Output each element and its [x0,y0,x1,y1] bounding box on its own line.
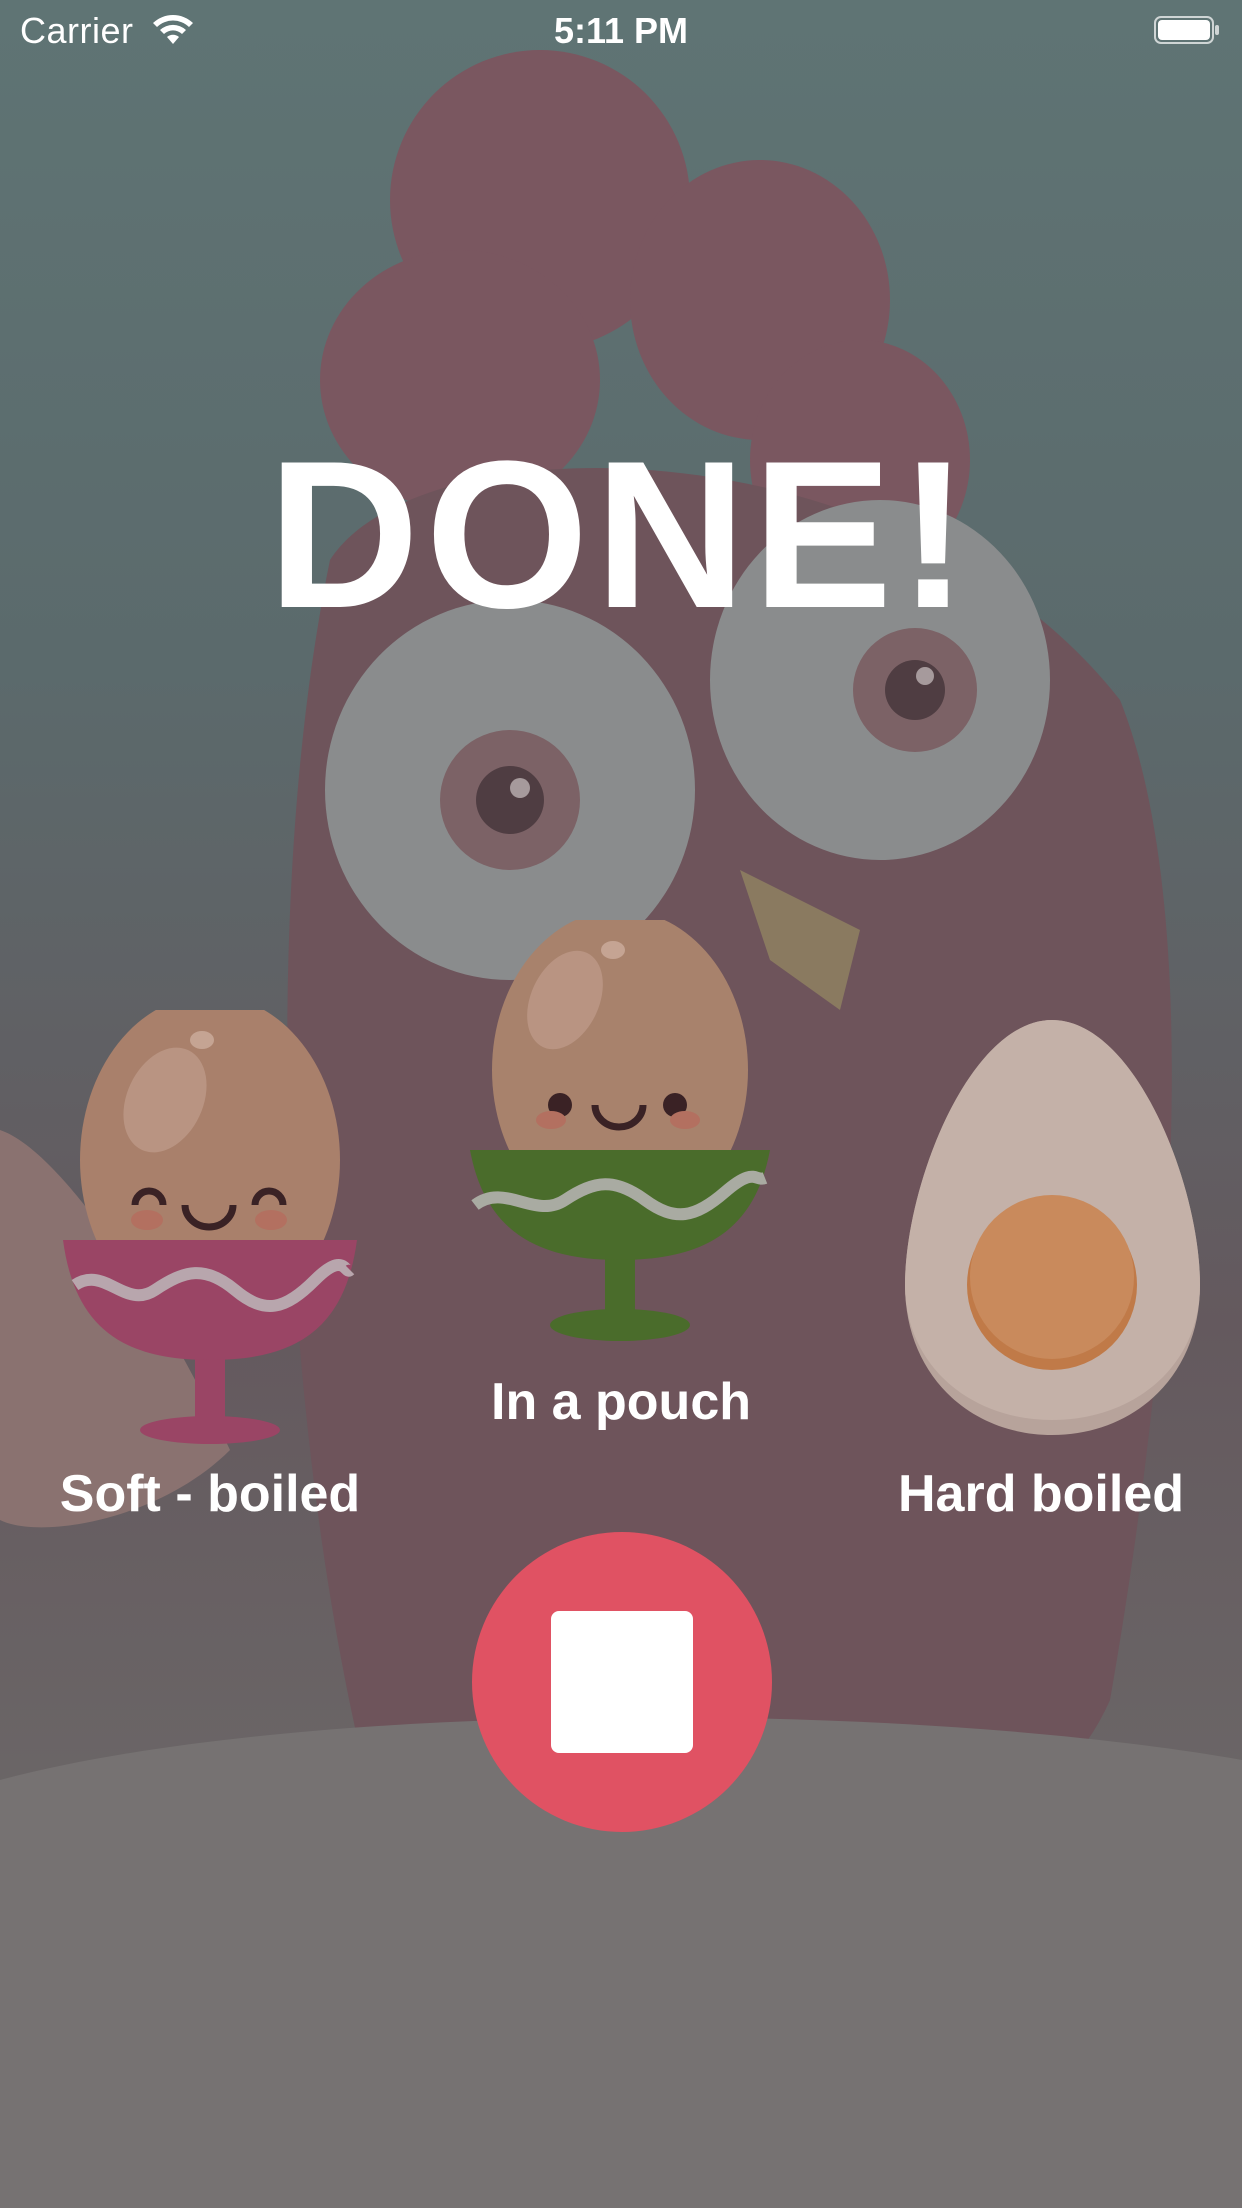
soft-boiled-label: Soft - boiled [59,1465,361,1523]
soft-boiled-egg-button[interactable] [55,1010,365,1450]
pouch-label: In a pouch [491,1373,751,1431]
done-title: DONE! [267,417,975,652]
status-bar: Carrier 5:11 PM [0,0,1242,64]
hard-boiled-egg-icon [905,1020,1200,1435]
hard-boiled-label: Hard boiled [897,1465,1185,1523]
hard-boiled-egg-button[interactable] [900,1015,1205,1440]
stop-button[interactable] [472,1532,772,1832]
status-time: 5:11 PM [553,10,689,51]
soft-boiled-egg-icon [63,1010,357,1444]
stop-icon [551,1611,693,1753]
battery-icon [1154,16,1219,44]
pouch-egg-icon [470,920,770,1341]
pouch-egg-button[interactable] [465,920,775,1350]
